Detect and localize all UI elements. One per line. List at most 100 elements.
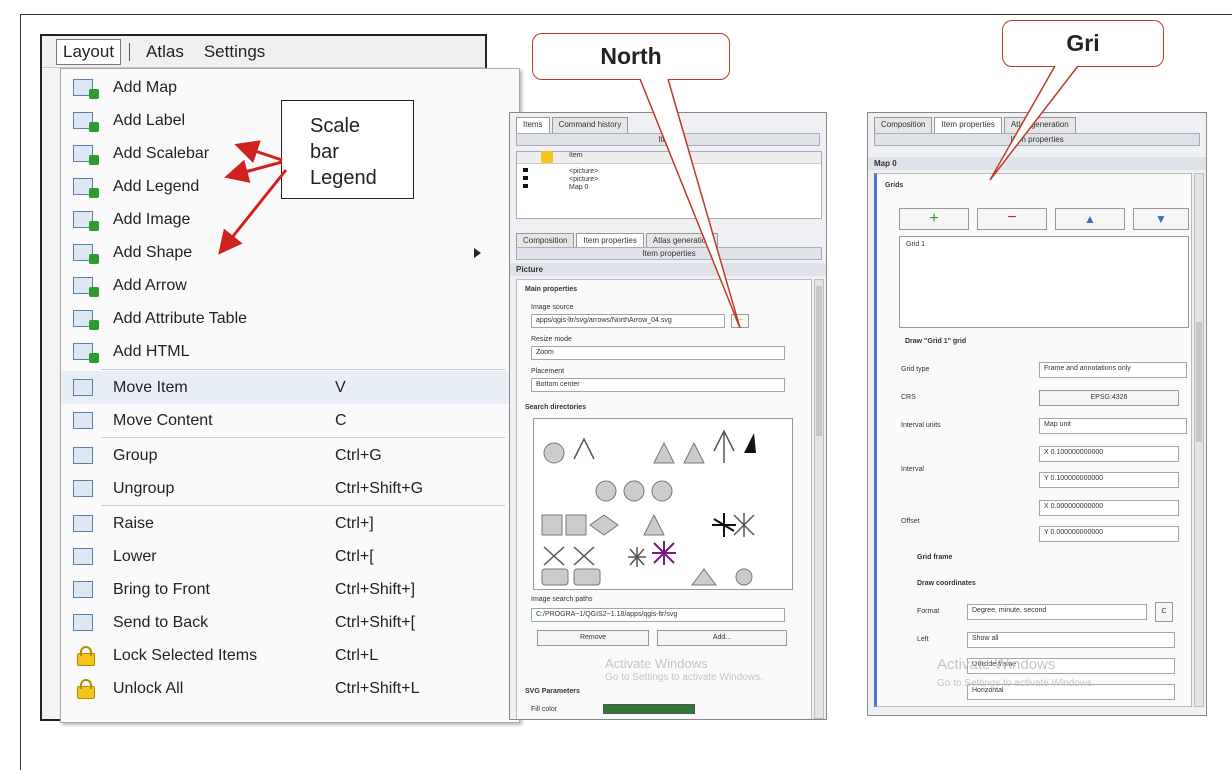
tab-command-history[interactable]: Command history xyxy=(551,117,629,133)
tab-atlas-generation[interactable]: Atlas generation xyxy=(1003,117,1076,133)
menu-item-move-item[interactable]: Move Item V xyxy=(61,371,519,404)
menu-item-shortcut: Ctrl+L xyxy=(335,646,379,664)
menu-item-label: Add Map xyxy=(113,78,178,96)
format-label: Format xyxy=(917,608,940,615)
placement-select[interactable]: Bottom center xyxy=(531,378,785,392)
move-up-grid-button[interactable]: ▲ xyxy=(1055,208,1125,230)
menu-item-unlock-all[interactable]: Unlock All Ctrl+Shift+L xyxy=(61,672,519,705)
image-icon xyxy=(73,209,99,231)
activate-windows-watermark: Activate Windows xyxy=(937,656,1056,673)
menu-item-raise[interactable]: Raise Ctrl+] xyxy=(61,507,519,540)
right-scrollbar[interactable] xyxy=(1194,173,1204,707)
menu-item-add-shape[interactable]: Add Shape xyxy=(61,236,519,269)
items-tabs: Items Command history xyxy=(516,117,820,133)
interval-x-field[interactable]: X 0.100000000000 xyxy=(1039,446,1179,462)
menu-item-label: Lock Selected Items xyxy=(113,646,258,664)
format-select[interactable]: Degree, minute, second xyxy=(967,604,1147,620)
grid-list-item[interactable]: Grid 1 xyxy=(906,241,925,248)
menubar: Layout Atlas Settings xyxy=(42,36,485,68)
menu-item-label: Add Attribute Table xyxy=(113,309,248,327)
menu-item-add-arrow[interactable]: Add Arrow xyxy=(61,269,519,302)
offset-x-field[interactable]: X 0.000000000000 xyxy=(1039,500,1179,516)
eye-icon[interactable] xyxy=(523,168,528,192)
interval-units-select[interactable]: Map unit xyxy=(1039,418,1187,434)
menu-atlas[interactable]: Atlas xyxy=(140,40,190,64)
draw-grid-checkbox[interactable]: Draw "Grid 1" grid xyxy=(905,338,966,345)
picture-props-body: Main properties Image source apps/qgis-l… xyxy=(516,279,812,719)
menu-item-ungroup[interactable]: Ungroup Ctrl+Shift+G xyxy=(61,472,519,505)
left-select[interactable]: Show all xyxy=(967,632,1175,648)
map-grid-properties-panel: Composition Item properties Atlas genera… xyxy=(867,112,1207,716)
svg-symbol-grid[interactable] xyxy=(533,418,793,590)
menu-item-label: Move Content xyxy=(113,411,213,429)
menu-item-lock-selected-items[interactable]: Lock Selected Items Ctrl+L xyxy=(61,639,519,672)
menu-item-add-html[interactable]: Add HTML xyxy=(61,335,519,368)
menu-item-label: Add Arrow xyxy=(113,276,187,294)
callout-line-3: Legend xyxy=(310,167,377,189)
crs-label: CRS xyxy=(901,394,916,401)
callout-line-1: Scale xyxy=(310,115,361,137)
item-row[interactable]: Map 0 xyxy=(569,184,588,191)
grid-frame-heading[interactable]: Grid frame xyxy=(917,554,952,561)
image-search-paths-select[interactable]: C:/PROGRA~1/QGIS2~1.18/apps/qgis-ltr/svg xyxy=(531,608,785,622)
menu-settings[interactable]: Settings xyxy=(198,40,271,64)
remove-grid-button[interactable]: − xyxy=(977,208,1047,230)
menu-item-lower[interactable]: Lower Ctrl+[ xyxy=(61,540,519,573)
menu-item-label: Ungroup xyxy=(113,479,175,497)
menu-item-label: Raise xyxy=(113,514,154,532)
items-list: Item <picture> <picture> Map 0 xyxy=(516,151,822,219)
draw-coordinates-checkbox[interactable]: Draw coordinates xyxy=(917,580,976,587)
lock-icon xyxy=(73,645,99,667)
right-tabs: Composition Item properties Atlas genera… xyxy=(874,117,1200,133)
format-expression-button[interactable]: C xyxy=(1155,602,1173,622)
menu-item-send-to-back[interactable]: Send to Back Ctrl+Shift+[ xyxy=(61,606,519,639)
tab-items[interactable]: Items xyxy=(516,117,550,133)
map0-section: Map 0 xyxy=(868,157,1206,170)
browse-button[interactable]: ... xyxy=(731,314,749,328)
menu-item-group[interactable]: Group Ctrl+G xyxy=(61,439,519,472)
props-scrollbar-thumb[interactable] xyxy=(816,286,822,436)
menu-item-move-content[interactable]: Move Content C xyxy=(61,404,519,437)
crs-button[interactable]: EPSG:4326 xyxy=(1039,390,1179,406)
props-scrollbar[interactable] xyxy=(814,279,824,719)
scalebar-icon xyxy=(73,143,99,165)
remove-button[interactable]: Remove xyxy=(537,630,649,646)
interval-y-field[interactable]: Y 0.100000000000 xyxy=(1039,472,1179,488)
fill-color-swatch[interactable] xyxy=(603,704,695,714)
menu-item-shortcut: Ctrl+G xyxy=(335,446,382,464)
menu-item-label: Add Shape xyxy=(113,243,193,261)
menu-item-shortcut: Ctrl+] xyxy=(335,514,374,532)
search-directories-heading[interactable]: Search directories xyxy=(525,404,586,411)
arrow-icon xyxy=(73,275,99,297)
lock-icon[interactable] xyxy=(541,151,553,163)
grid-type-select[interactable]: Frame and annotations only xyxy=(1039,362,1187,378)
items-col-header: Item xyxy=(517,152,821,164)
right-scrollbar-thumb[interactable] xyxy=(1196,322,1202,442)
grid-list[interactable]: Grid 1 xyxy=(899,236,1189,328)
attribute-table-icon xyxy=(73,308,99,330)
move-down-grid-button[interactable]: ▼ xyxy=(1133,208,1189,230)
resize-mode-label: Resize mode xyxy=(531,336,572,343)
item-row[interactable]: <picture> xyxy=(569,176,598,183)
menu-item-add-attribute-table[interactable]: Add Attribute Table xyxy=(61,302,519,335)
image-source-field[interactable]: apps/qgis-ltr/svg/arrows/NorthArrow_04.s… xyxy=(531,314,725,328)
svg-parameters-heading[interactable]: SVG Parameters xyxy=(525,688,580,695)
grids-heading[interactable]: Grids xyxy=(885,182,903,189)
item-row[interactable]: <picture> xyxy=(569,168,598,175)
menu-item-add-image[interactable]: Add Image xyxy=(61,203,519,236)
menu-item-bring-to-front[interactable]: Bring to Front Ctrl+Shift+] xyxy=(61,573,519,606)
image-search-paths-label: Image search paths xyxy=(531,596,593,603)
menu-layout[interactable]: Layout xyxy=(56,38,122,65)
tab-composition[interactable]: Composition xyxy=(874,117,933,133)
tab-item-properties[interactable]: Item properties xyxy=(934,117,1002,133)
main-properties-heading[interactable]: Main properties xyxy=(525,286,577,293)
offset-y-field[interactable]: Y 0.000000000000 xyxy=(1039,526,1179,542)
menu-separator xyxy=(101,437,505,438)
props-header: Item properties xyxy=(516,247,822,260)
image-source-label: Image source xyxy=(531,304,574,311)
add-grid-button[interactable]: + xyxy=(899,208,969,230)
add-button[interactable]: Add... xyxy=(657,630,787,646)
menu-separator xyxy=(101,505,505,506)
menubar-separator xyxy=(129,42,131,61)
resize-mode-select[interactable]: Zoom xyxy=(531,346,785,360)
